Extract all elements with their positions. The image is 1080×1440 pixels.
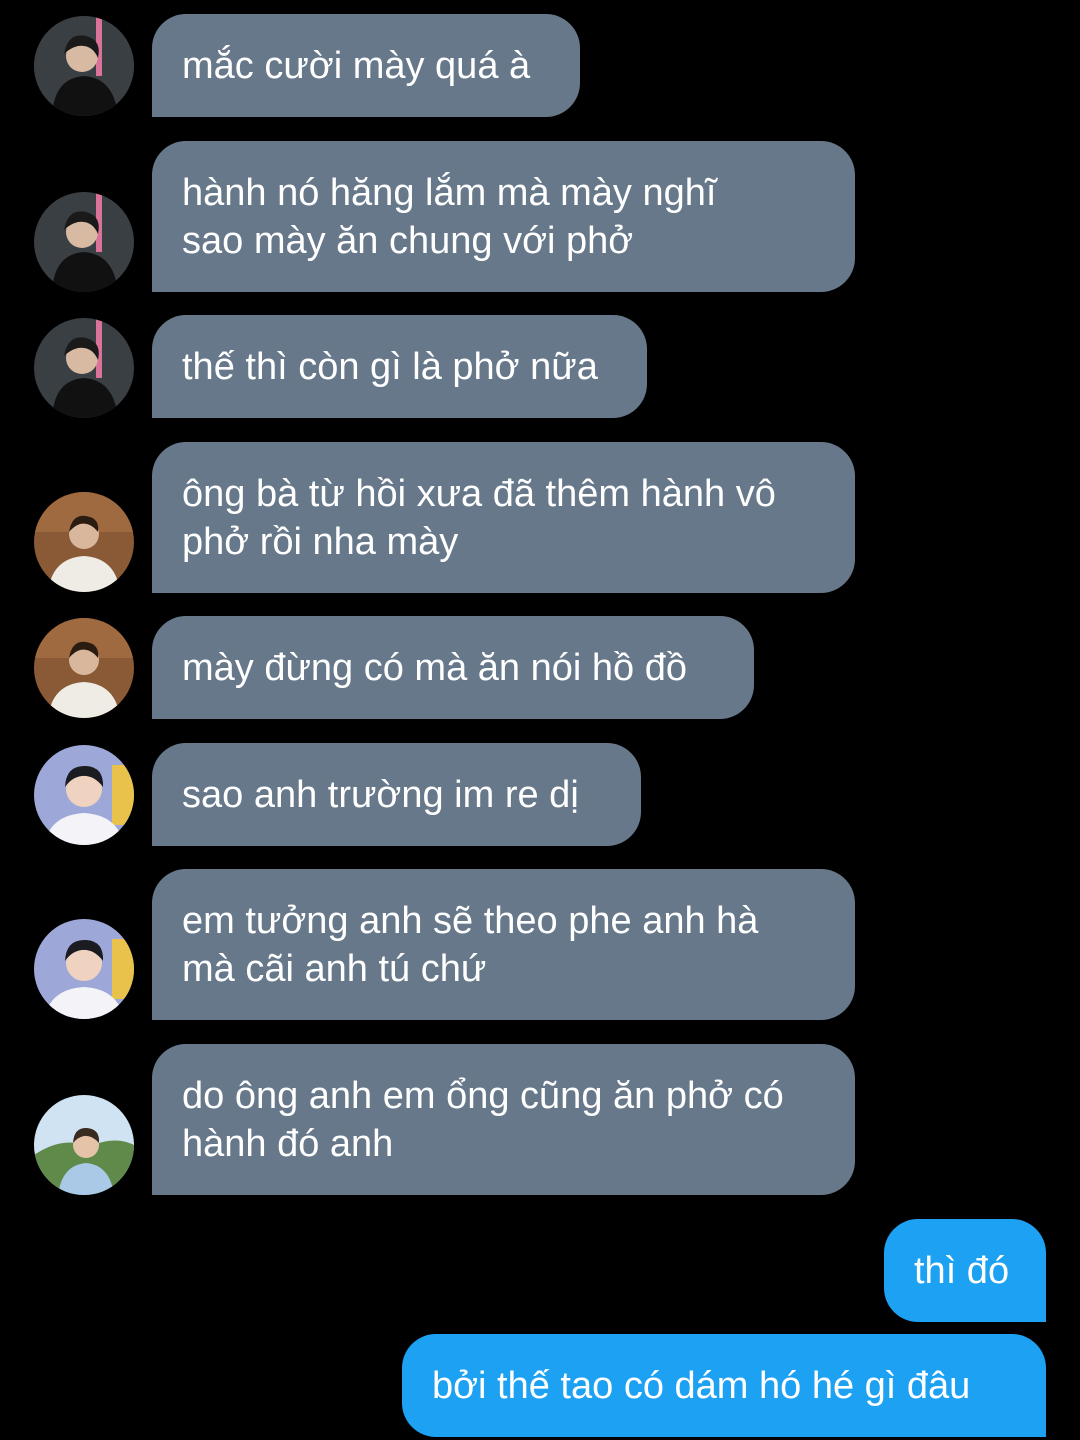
avatar-user-c[interactable] <box>34 919 134 1019</box>
message-text: mày đừng có mà ăn nói hồ đồ <box>182 646 687 689</box>
message-bubble[interactable]: ông bà từ hồi xưa đã thêm hành vô phở rồ… <box>152 442 855 593</box>
message-text: bởi thế tao có dám hó hé gì đâu <box>432 1364 971 1407</box>
message-bubble[interactable]: hành nó hăng lắm mà mày nghĩ sao mày ăn … <box>152 141 855 292</box>
avatar-user-c-photo <box>34 745 134 845</box>
avatar-user-a[interactable] <box>34 318 134 418</box>
message-text: thế thì còn gì là phở nữa <box>182 345 598 388</box>
avatar-user-d[interactable] <box>34 1095 134 1195</box>
message-bubble[interactable]: mày đừng có mà ăn nói hồ đồ <box>152 616 754 719</box>
avatar-user-a-photo <box>34 16 134 116</box>
avatar-user-c-photo <box>34 919 134 1019</box>
message-text: phở rồi nha mày <box>182 520 459 563</box>
avatar-user-d-photo <box>34 1095 134 1195</box>
avatar-user-b[interactable] <box>34 492 134 592</box>
avatar-user-a[interactable] <box>34 192 134 292</box>
message-text: thì đó <box>914 1249 1010 1292</box>
message-bubble[interactable]: thế thì còn gì là phở nữa <box>152 315 647 418</box>
avatar-user-a-photo <box>34 192 134 292</box>
message-bubble[interactable]: do ông anh em ổng cũng ăn phở có hành đó… <box>152 1044 855 1195</box>
avatar-user-b[interactable] <box>34 618 134 718</box>
avatar-user-c[interactable] <box>34 745 134 845</box>
message-text: ông bà từ hồi xưa đã thêm hành vô <box>182 472 776 515</box>
avatar-user-b-photo <box>34 618 134 718</box>
sent-message-bubble[interactable]: bởi thế tao có dám hó hé gì đâu <box>402 1334 1046 1437</box>
message-text: sao mày ăn chung với phở <box>182 219 634 262</box>
message-bubble[interactable]: em tưởng anh sẽ theo phe anh hà mà cãi a… <box>152 869 855 1020</box>
message-text: hành đó anh <box>182 1122 394 1165</box>
message-text: hành nó hăng lắm mà mày nghĩ <box>182 171 717 214</box>
avatar-user-a[interactable] <box>34 16 134 116</box>
message-bubble[interactable]: mắc cười mày quá à <box>152 14 580 117</box>
message-text: do ông anh em ổng cũng ăn phở có <box>182 1074 784 1117</box>
avatar-user-a-photo <box>34 318 134 418</box>
message-bubble[interactable]: sao anh trường im re dị <box>152 743 641 846</box>
message-text: sao anh trường im re dị <box>182 773 579 816</box>
message-text: mắc cười mày quá à <box>182 44 531 87</box>
message-text: em tưởng anh sẽ theo phe anh hà <box>182 899 759 942</box>
message-text: mà cãi anh tú chứ <box>182 947 487 990</box>
sent-message-bubble[interactable]: thì đó <box>884 1219 1046 1322</box>
avatar-user-b-photo <box>34 492 134 592</box>
